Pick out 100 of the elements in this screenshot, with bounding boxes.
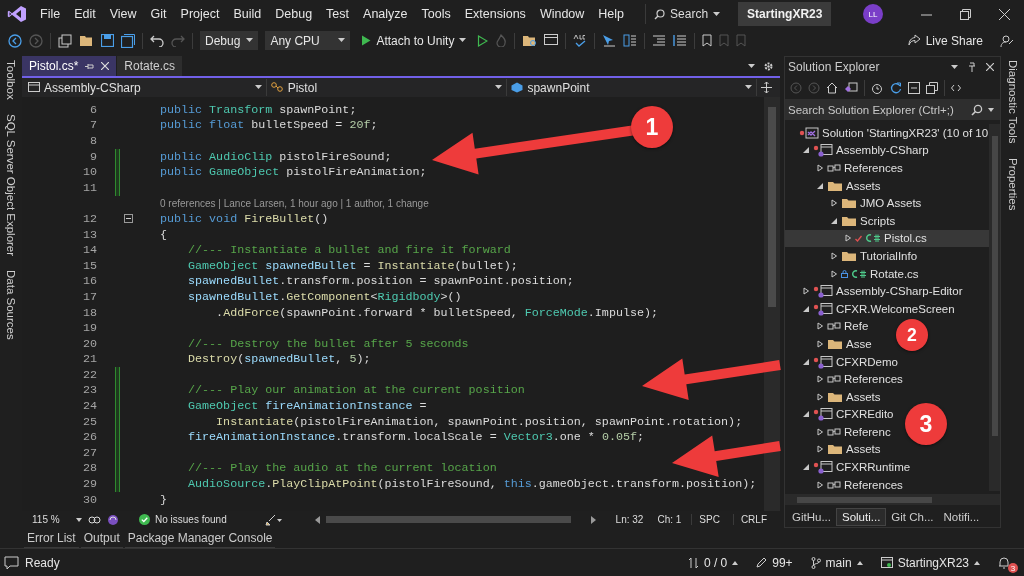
zoom-dropdown[interactable]: 115 % xyxy=(32,514,82,525)
scrollbar-thumb[interactable] xyxy=(326,516,571,523)
scrollbar-thumb[interactable] xyxy=(768,107,776,307)
menu-item[interactable]: Help xyxy=(591,7,632,21)
tree-item[interactable]: CFXRDemo xyxy=(785,352,898,371)
close-icon[interactable] xyxy=(999,8,1010,20)
undo-icon[interactable] xyxy=(150,34,164,47)
tree-item[interactable]: References xyxy=(785,159,903,177)
restore-icon[interactable] xyxy=(960,8,971,20)
dropdown-icon[interactable] xyxy=(951,64,958,70)
tree-item[interactable]: Scripts xyxy=(785,211,896,230)
pending-changes-button[interactable]: 99+ xyxy=(756,555,793,570)
columns-icon[interactable] xyxy=(623,34,638,47)
spell-check-icon[interactable] xyxy=(573,34,588,47)
comment-lines-icon[interactable] xyxy=(673,34,688,47)
brush-icon[interactable] xyxy=(265,513,283,526)
tree-item[interactable]: Asse xyxy=(785,335,872,353)
tree-item[interactable]: CFXR.WelcomeScreen xyxy=(785,299,955,318)
home-icon[interactable] xyxy=(826,82,838,94)
tree-item[interactable]: Assembly-CSharp-Editor xyxy=(785,282,963,300)
tree-item[interactable]: TutorialInfo xyxy=(785,247,918,265)
expand-arrow-icon[interactable] xyxy=(844,234,852,243)
scroll-right-icon[interactable] xyxy=(590,515,596,524)
branch-button[interactable]: main xyxy=(810,555,863,570)
split-icon[interactable] xyxy=(761,82,772,93)
configuration-dropdown[interactable]: Debug xyxy=(200,31,259,50)
expand-arrow-icon[interactable] xyxy=(816,375,824,384)
search-button[interactable]: Search xyxy=(645,4,729,24)
menu-item[interactable]: Edit xyxy=(67,7,103,21)
open-folder-icon[interactable] xyxy=(79,34,94,47)
tool-window-tab[interactable]: Properties xyxy=(1007,157,1019,210)
back-icon[interactable] xyxy=(8,33,22,48)
new-project-icon[interactable] xyxy=(58,33,72,48)
indent-icon[interactable] xyxy=(652,34,667,47)
tool-window-tab[interactable]: Package Manager Console xyxy=(124,528,276,548)
scroll-left-icon[interactable] xyxy=(315,515,320,524)
live-share-button[interactable]: Live Share xyxy=(907,33,983,48)
document-tab[interactable]: Rotate.cs xyxy=(117,56,183,76)
scrollbar-thumb[interactable] xyxy=(991,136,998,436)
expand-arrow-icon[interactable] xyxy=(816,480,824,489)
collapse-arrow-icon[interactable] xyxy=(802,410,810,419)
tree-item[interactable]: Assembly-CSharp xyxy=(785,141,929,160)
expand-arrow-icon[interactable] xyxy=(816,392,824,401)
attach-button[interactable]: Attach to Unity xyxy=(357,31,471,50)
tree-item[interactable]: Assets xyxy=(785,176,881,195)
column-indicator[interactable]: Ch: 1 xyxy=(653,514,686,525)
tool-window-tab[interactable]: SQL Server Object Explorer xyxy=(5,113,17,256)
collapse-arrow-icon[interactable] xyxy=(802,357,810,366)
cursor-icon[interactable] xyxy=(602,34,617,47)
horizontal-scrollbar[interactable] xyxy=(785,494,1000,505)
close-icon[interactable] xyxy=(986,63,994,71)
bookmark-icon[interactable] xyxy=(702,34,713,47)
tree-item[interactable]: Solution 'StartingXR23' (10 of 10 xyxy=(785,124,989,142)
menu-item[interactable]: Build xyxy=(226,7,269,21)
copy-icon[interactable] xyxy=(926,82,938,94)
save-icon[interactable] xyxy=(101,34,114,47)
menu-item[interactable]: View xyxy=(102,7,144,21)
app-logo-icon[interactable] xyxy=(7,5,27,23)
tree-item[interactable]: Rotate.cs xyxy=(785,264,919,283)
expand-arrow-icon[interactable] xyxy=(830,269,838,278)
panel-tab[interactable]: GitHu... xyxy=(787,508,836,525)
pin-icon[interactable] xyxy=(968,62,976,72)
platform-dropdown[interactable]: Any CPU xyxy=(265,31,351,50)
expand-arrow-icon[interactable] xyxy=(816,322,824,331)
codelens-info[interactable]: 0 references | Lance Larsen, 1 hour ago | 1 author, 1 change xyxy=(160,197,429,209)
collapse-arrow-icon[interactable] xyxy=(802,146,810,155)
collapse-arrow-icon[interactable] xyxy=(802,463,810,472)
expand-arrow-icon[interactable] xyxy=(816,339,824,348)
search-field[interactable]: Search Solution Explorer (Ctrl+;) xyxy=(785,99,1000,120)
tool-window-tab[interactable]: Diagnostic Tools xyxy=(1007,60,1019,144)
repository-button[interactable]: StartingXR23 xyxy=(880,555,980,570)
menu-item[interactable]: Window xyxy=(532,7,592,21)
refresh-icon[interactable] xyxy=(890,82,902,94)
tree-item[interactable]: Referenc xyxy=(785,423,891,441)
play-outline-icon[interactable] xyxy=(477,34,489,47)
tree-item[interactable]: Assets xyxy=(785,440,881,459)
document-tab[interactable]: Pistol.cs* xyxy=(22,56,117,76)
menu-item[interactable]: Extensions xyxy=(457,7,533,21)
issues-indicator[interactable]: No issues found xyxy=(139,514,259,525)
tree-item[interactable]: References xyxy=(785,370,903,388)
history-icon[interactable] xyxy=(871,82,884,94)
tree-item[interactable]: CFXREdito xyxy=(785,405,894,424)
collapse-arrow-icon[interactable] xyxy=(816,181,824,190)
pin-icon[interactable] xyxy=(85,61,95,71)
copilot-icon[interactable] xyxy=(88,513,101,526)
scrollbar-thumb[interactable] xyxy=(797,496,932,503)
expand-arrow-icon[interactable] xyxy=(816,445,824,454)
tool-window-tab[interactable]: Data Sources xyxy=(5,269,17,340)
collapse-arrow-icon[interactable] xyxy=(830,216,838,225)
tree-item[interactable]: Refe xyxy=(785,317,869,336)
line-ending-indicator[interactable]: CRLF xyxy=(732,514,774,525)
folder-search-icon[interactable] xyxy=(522,34,538,47)
tree-item[interactable]: References xyxy=(785,475,903,491)
expand-arrow-icon[interactable] xyxy=(830,199,838,208)
menu-item[interactable]: File xyxy=(33,7,68,21)
project-dropdown[interactable]: Assembly-CSharp xyxy=(28,79,267,96)
feedback-icon[interactable] xyxy=(1000,33,1014,48)
swirl-icon[interactable] xyxy=(107,513,119,526)
menu-item[interactable]: Tools xyxy=(414,7,458,21)
close-icon[interactable] xyxy=(101,62,110,70)
